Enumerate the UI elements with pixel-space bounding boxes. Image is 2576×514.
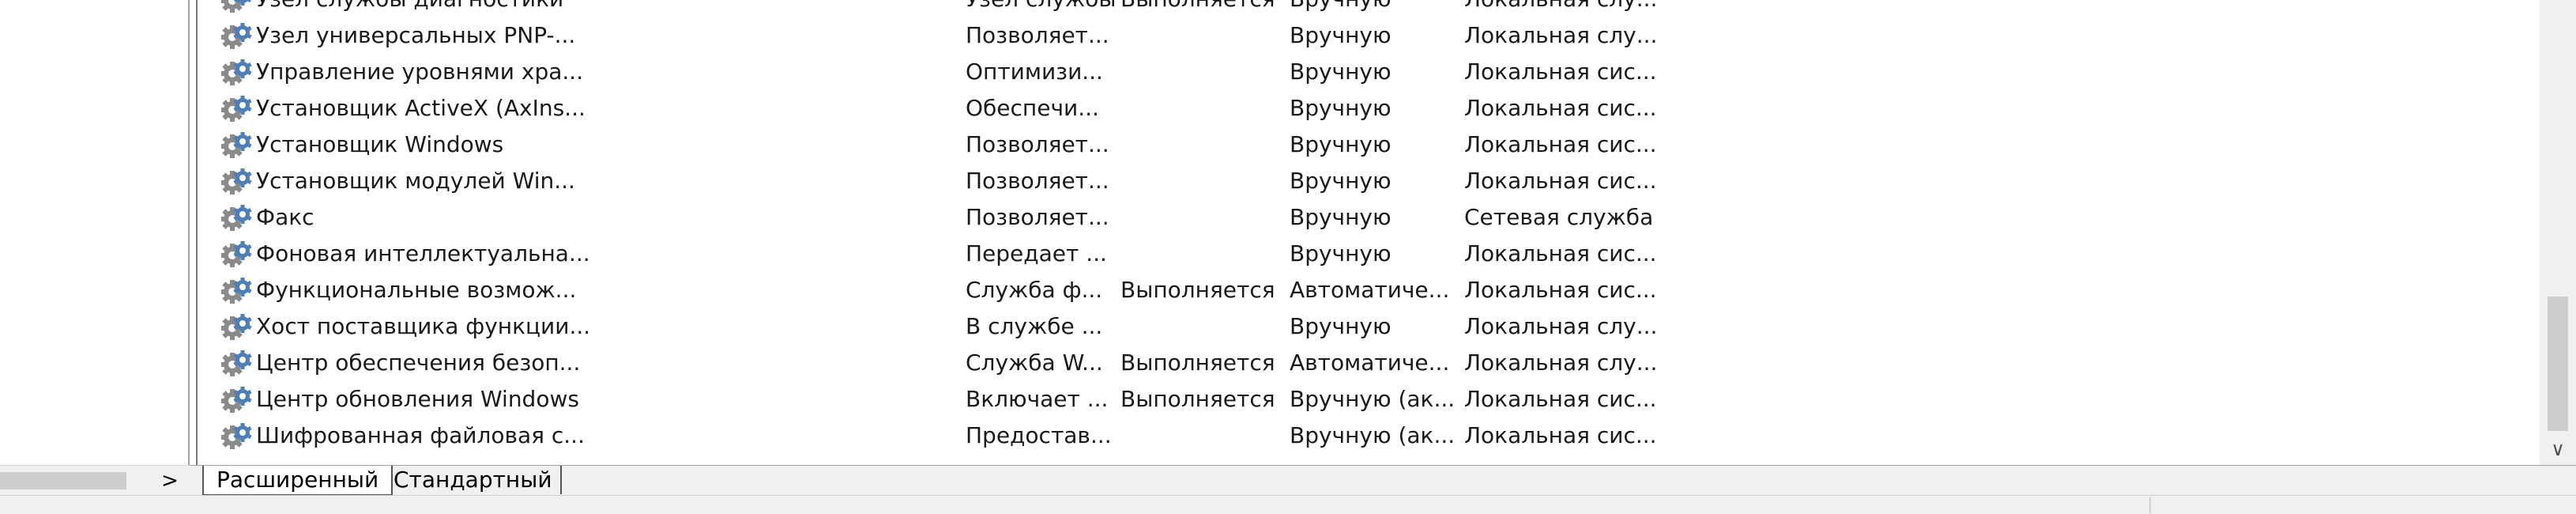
- service-description: Позволяет...: [966, 131, 1109, 157]
- service-row[interactable]: Центр обеспечения безоп... Служба W... Вып…: [198, 345, 2536, 381]
- gear-icon: [220, 21, 253, 51]
- service-name: Центр обеспечения безоп...: [256, 350, 581, 376]
- service-name: Узел универсальных PNP-...: [256, 22, 576, 48]
- service-logon-as: Локальная сис...: [1464, 168, 1657, 194]
- service-row[interactable]: Шифрованная файловая с... Предостав... Вру…: [198, 418, 2536, 454]
- service-startup-type: Вручную: [1290, 22, 1392, 48]
- service-state: Выполняется: [1120, 386, 1275, 412]
- service-description: Служба W...: [966, 350, 1103, 376]
- service-name: Установщик Windows: [256, 131, 504, 157]
- gear-icon: [220, 94, 253, 124]
- gear-icon: [220, 276, 253, 306]
- services-window: > Узел службы диагностикиУзел службыВыпо…: [0, 0, 2576, 514]
- service-logon-as: Локальная сис...: [1464, 59, 1657, 85]
- service-name: Факс: [256, 204, 314, 230]
- service-logon-as: Локальная сис...: [1464, 131, 1657, 157]
- service-name: Управление уровнями хра...: [256, 59, 584, 85]
- tree-scroll-thumb[interactable]: [0, 472, 126, 489]
- service-description: Обеспечи...: [966, 95, 1099, 121]
- tree-horizontal-scrollbar[interactable]: >: [0, 465, 190, 496]
- service-description: Узел службы: [966, 0, 1116, 17]
- service-description: В службе ...: [966, 313, 1103, 339]
- service-logon-as: Локальная сис...: [1464, 422, 1657, 448]
- status-bar: [0, 495, 2576, 514]
- service-row[interactable]: Установщик Windows Позволяет... Вручную Лок…: [198, 127, 2536, 163]
- list-vertical-scrollbar[interactable]: ∨: [2540, 0, 2576, 465]
- service-row[interactable]: Функциональные возмож... Служба ф... Выпол…: [198, 272, 2536, 308]
- service-startup-type: Автоматиче...: [1290, 350, 1450, 376]
- gear-icon: [220, 203, 253, 233]
- service-logon-as: Локальная сис...: [1464, 240, 1657, 266]
- service-startup-type: Вручную: [1290, 313, 1392, 339]
- gear-icon: [220, 130, 253, 161]
- service-startup-type: Вручную: [1290, 59, 1392, 85]
- service-row[interactable]: Узел службы диагностики Узел службыВыполн…: [198, 0, 2536, 17]
- tab-extended[interactable]: Расширенный: [202, 466, 394, 496]
- service-description: Служба ф...: [966, 277, 1103, 303]
- service-startup-type: Вручную: [1290, 204, 1392, 230]
- service-state: Выполняется: [1120, 350, 1275, 376]
- gear-icon: [220, 0, 253, 15]
- service-name: Установщик модулей Win...: [256, 168, 575, 194]
- service-logon-as: Локальная слу...: [1464, 22, 1658, 48]
- tab-standard[interactable]: Стандартный: [386, 466, 562, 494]
- service-startup-type: Вручную (ак...: [1290, 386, 1456, 412]
- service-description: Позволяет...: [966, 22, 1109, 48]
- status-separator: [2149, 497, 2151, 513]
- service-description: Оптимизи...: [966, 59, 1103, 85]
- gear-icon: [220, 385, 253, 415]
- service-name: Узел службы диагностики: [256, 0, 588, 17]
- service-name: Установщик ActiveX (AxIns...: [256, 95, 586, 121]
- service-logon-as: Локальная сис...: [1464, 277, 1657, 303]
- service-name: Хост поставщика функции...: [256, 313, 588, 339]
- service-name: Функциональные возмож...: [256, 277, 577, 303]
- gear-icon: [220, 167, 253, 197]
- gear-icon: [220, 240, 253, 270]
- service-logon-as: Локальная слу...: [1464, 350, 1658, 376]
- service-logon-as: Локальная сис...: [1464, 95, 1657, 121]
- service-row[interactable]: Управление уровнями хра... Оптимизи... Вру…: [198, 54, 2536, 90]
- service-state: Выполняется: [1120, 0, 1275, 17]
- service-description: Позволяет...: [966, 168, 1109, 194]
- service-name: Центр обновления Windows: [256, 386, 579, 412]
- service-startup-type: Вручную: [1290, 131, 1392, 157]
- gear-icon: [220, 421, 253, 452]
- service-row[interactable]: Установщик ActiveX (AxIns... Обеспечи... В…: [198, 90, 2536, 127]
- service-description: Позволяет...: [966, 204, 1109, 230]
- service-logon-as: Локальная слу...: [1464, 0, 1657, 17]
- services-list: Узел службы диагностикиУзел службыВыполн…: [196, 0, 2541, 465]
- chevron-down-icon[interactable]: ∨: [2540, 433, 2576, 465]
- service-name: Фоновая интеллектуальна...: [256, 240, 588, 266]
- service-logon-as: Локальная сис...: [1464, 386, 1657, 412]
- service-logon-as: Сетевая служба: [1464, 204, 1654, 230]
- service-row[interactable]: Факс Позволяет... Вручную Сетевая служба: [198, 199, 2536, 236]
- service-startup-type: Вручную: [1290, 168, 1392, 194]
- gear-icon: [220, 58, 253, 88]
- service-name: Шифрованная файловая с...: [256, 422, 585, 448]
- gear-icon: [220, 349, 253, 379]
- service-description: Передает ...: [966, 240, 1107, 266]
- service-startup-type: Вручную: [1290, 95, 1392, 121]
- service-row[interactable]: Установщик модулей Win... Позволяет... Вру…: [198, 163, 2536, 199]
- service-startup-type: Автоматиче...: [1290, 277, 1450, 303]
- list-scroll-thumb[interactable]: [2548, 297, 2568, 431]
- view-tabs: Расширенный Стандартный: [190, 465, 2576, 496]
- service-logon-as: Локальная слу...: [1464, 313, 1658, 339]
- service-row[interactable]: Узел универсальных PNP-... Позволяет... Вр…: [198, 17, 2536, 54]
- service-state: Выполняется: [1120, 277, 1275, 303]
- service-row[interactable]: Хост поставщика функции... В службе ... Вр…: [198, 308, 2536, 345]
- service-row[interactable]: Фоновая интеллектуальна... Передает ... Вр…: [198, 236, 2536, 272]
- gear-icon: [220, 312, 253, 342]
- service-startup-type: Вручную: [1290, 0, 1392, 17]
- service-startup-type: Вручную: [1290, 240, 1392, 266]
- service-description: Включает ...: [966, 386, 1109, 412]
- service-row[interactable]: Центр обновления Windows Включает ... Выпо…: [198, 381, 2536, 418]
- chevron-right-icon[interactable]: >: [158, 467, 182, 494]
- service-description: Предостав...: [966, 422, 1112, 448]
- console-tree-pane: [0, 0, 190, 465]
- service-startup-type: Вручную (ак...: [1290, 422, 1456, 448]
